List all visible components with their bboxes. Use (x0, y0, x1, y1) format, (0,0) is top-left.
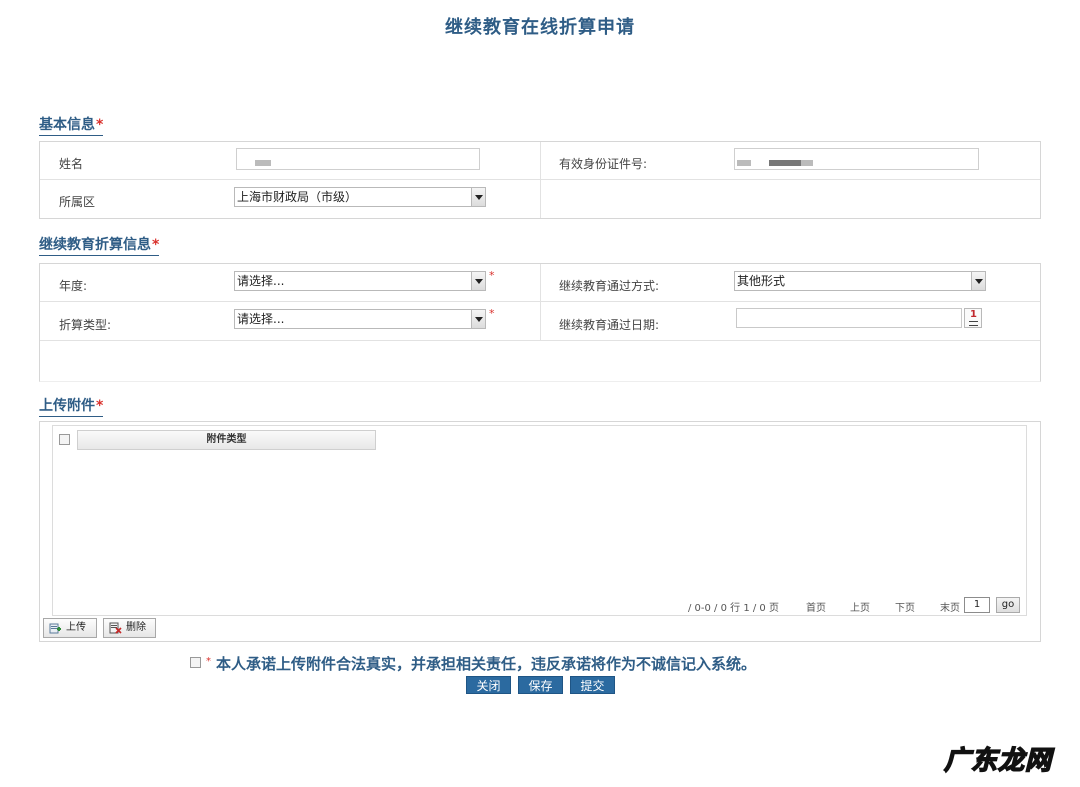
required-mark: * (96, 117, 104, 133)
page-title: 继续教育在线折算申请 (445, 17, 635, 38)
conversion-type-select[interactable]: 请选择... (234, 309, 486, 329)
close-button[interactable]: 关闭 (466, 676, 511, 694)
promise-checkbox[interactable] (190, 657, 201, 668)
id-number-label: 有效身份证件号: (559, 157, 648, 171)
attachment-type-column-header[interactable]: 附件类型 (77, 430, 376, 450)
year-required-mark: * (489, 269, 495, 282)
delete-icon (109, 622, 122, 634)
chevron-down-icon[interactable] (471, 272, 485, 290)
conversion-type-required-mark: * (489, 307, 495, 320)
submit-button[interactable]: 提交 (570, 676, 615, 694)
delete-button-label: 删除 (126, 622, 146, 633)
attachments-grid: 附件类型 (52, 425, 1027, 616)
redacted-id-part-1 (737, 160, 751, 166)
redacted-id-part-3 (801, 160, 813, 166)
go-button[interactable]: go (996, 597, 1020, 613)
promise-text: 本人承诺上传附件合法真实，并承担相关责任，违反承诺将作为不诚信记入系统。 (216, 655, 757, 673)
conversion-type-select-value: 请选择... (237, 312, 285, 326)
name-field[interactable] (236, 148, 480, 170)
pass-date-input[interactable] (736, 308, 962, 328)
id-number-field[interactable] (734, 148, 979, 170)
chevron-down-icon[interactable] (971, 272, 985, 290)
basic-info-row-2: 所属区 上海市财政局（市级） (40, 180, 1040, 218)
pager-next-link[interactable]: 下页 (895, 599, 915, 614)
basic-info-section-title: 基本信息* (39, 116, 104, 136)
required-mark: * (96, 398, 104, 414)
conversion-info-row-1: 年度: 请选择... * 继续教育通过方式: 其他形式 (40, 264, 1040, 302)
name-label: 姓名 (59, 157, 84, 171)
method-label: 继续教育通过方式: (559, 279, 660, 293)
required-mark: * (152, 237, 160, 253)
delete-button[interactable]: 删除 (103, 618, 156, 638)
pager: / 0-0 / 0 行 1 / 0 页 首页 上页 下页 末页 1 go (688, 597, 1028, 615)
calendar-icon[interactable]: 1 (964, 308, 982, 328)
column-divider (540, 180, 541, 218)
pager-last-link[interactable]: 末页 (940, 599, 960, 614)
conversion-info-row-2: 折算类型: 请选择... * 继续教育通过日期: 1 (40, 302, 1040, 341)
save-button[interactable]: 保存 (518, 676, 563, 694)
calendar-icon-lines (969, 321, 978, 326)
basic-info-title-text: 基本信息 (39, 117, 95, 133)
year-label: 年度: (59, 279, 88, 293)
calendar-icon-top: 1 (970, 309, 977, 320)
upload-button-label: 上传 (66, 622, 86, 633)
column-divider (540, 302, 541, 340)
pager-prev-link[interactable]: 上页 (850, 599, 870, 614)
pager-first-link[interactable]: 首页 (806, 599, 826, 614)
year-select[interactable]: 请选择... (234, 271, 486, 291)
basic-info-table: 姓名 有效身份证件号: 所属区 上海市财政局（市级） (39, 141, 1041, 219)
select-all-checkbox[interactable] (59, 434, 70, 445)
redacted-name (255, 160, 271, 166)
district-select[interactable]: 上海市财政局（市级） (234, 187, 486, 207)
method-select[interactable]: 其他形式 (734, 271, 986, 291)
method-select-value: 其他形式 (737, 274, 786, 288)
district-label: 所属区 (59, 195, 96, 209)
chevron-down-icon[interactable] (471, 310, 485, 328)
column-divider (540, 142, 541, 179)
chevron-down-icon[interactable] (471, 188, 485, 206)
conversion-type-label: 折算类型: (59, 318, 112, 332)
upload-button[interactable]: 上传 (43, 618, 97, 638)
page-number-input[interactable]: 1 (964, 597, 990, 613)
district-select-value: 上海市财政局（市级） (237, 190, 358, 204)
conversion-info-table: 年度: 请选择... * 继续教育通过方式: 其他形式 折算类型: 请选择...… (39, 263, 1041, 382)
pass-date-label: 继续教育通过日期: (559, 318, 660, 332)
watermark: 广东龙网 (943, 745, 1053, 777)
attachments-panel: 附件类型 / 0-0 / 0 行 1 / 0 页 首页 上页 下页 末页 1 g… (39, 421, 1041, 642)
attachments-section-title: 上传附件* (39, 397, 104, 417)
promise-required-mark: * (206, 656, 211, 667)
year-select-value: 请选择... (237, 274, 285, 288)
basic-info-row-1: 姓名 有效身份证件号: (40, 142, 1040, 180)
conversion-info-section-title: 继续教育折算信息* (39, 236, 160, 256)
attachments-title-text: 上传附件 (39, 398, 95, 414)
conversion-info-title-text: 继续教育折算信息 (39, 237, 151, 253)
pager-summary: / 0-0 / 0 行 1 / 0 页 (688, 603, 779, 614)
redacted-id-part-2 (769, 160, 801, 166)
upload-icon (49, 623, 61, 634)
column-divider (540, 264, 541, 301)
